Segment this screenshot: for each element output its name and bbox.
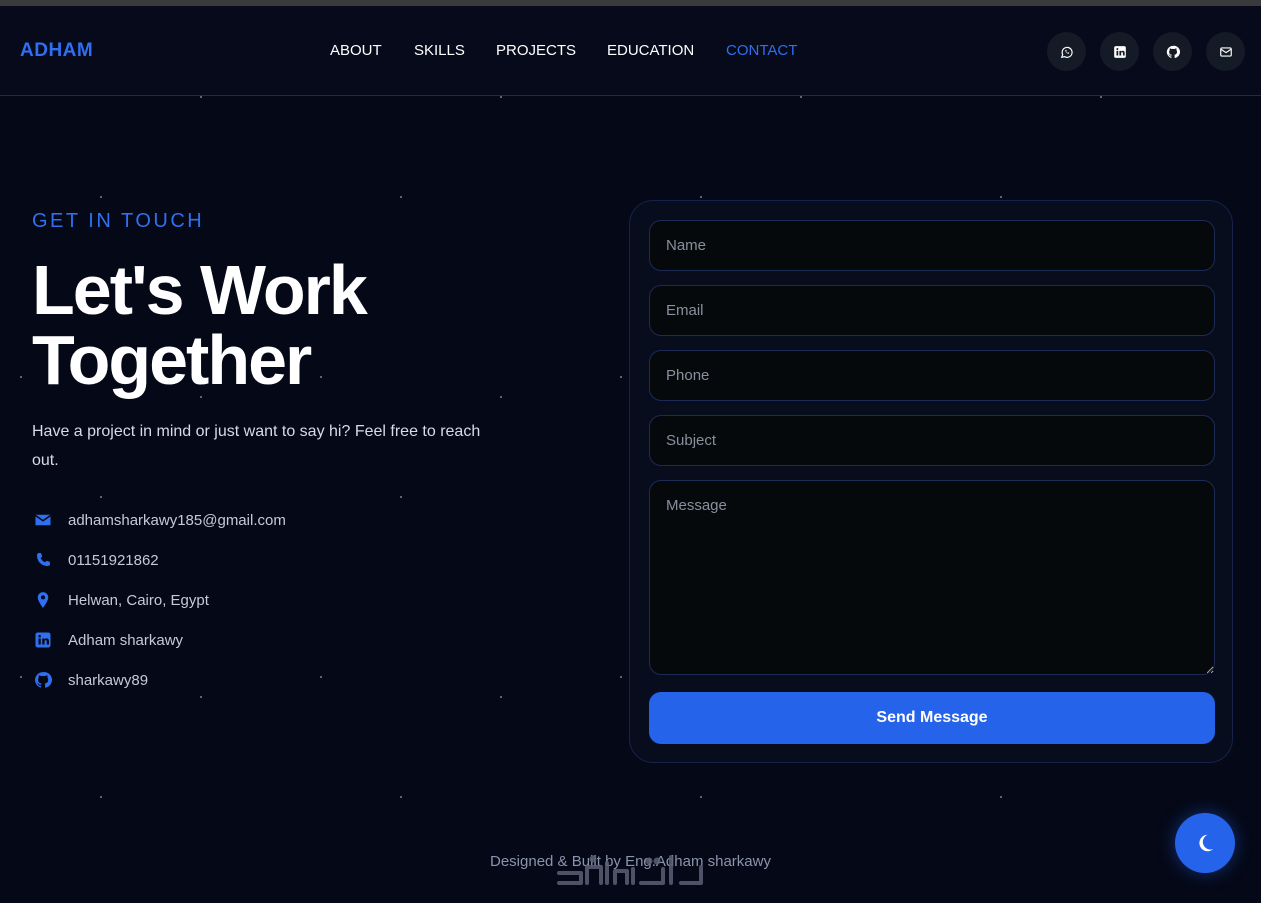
watermark-logo xyxy=(557,855,703,885)
send-message-button[interactable]: Send Message xyxy=(649,692,1215,744)
star-speck xyxy=(500,696,502,698)
contact-github-text: sharkawy89 xyxy=(68,671,149,689)
mail-button[interactable] xyxy=(1206,32,1245,71)
phone-input[interactable] xyxy=(649,350,1215,401)
star-speck xyxy=(400,496,402,498)
map-pin-icon xyxy=(32,589,54,611)
github-icon xyxy=(32,669,54,691)
name-input[interactable] xyxy=(649,220,1215,271)
email-input[interactable] xyxy=(649,285,1215,336)
contact-form: Send Message xyxy=(629,200,1233,763)
logo[interactable]: ADHAM xyxy=(20,40,93,62)
contact-phone-text: 01151921862 xyxy=(68,551,159,569)
star-speck xyxy=(1000,796,1002,798)
star-speck xyxy=(200,696,202,698)
message-textarea[interactable] xyxy=(649,480,1215,675)
star-speck xyxy=(100,496,102,498)
nav-link-projects[interactable]: PROJECTS xyxy=(496,42,576,59)
contact-linkedin[interactable]: Adham sharkawy xyxy=(32,629,183,651)
navbar: ADHAM ABOUT SKILLS PROJECTS EDUCATION CO… xyxy=(0,6,1261,96)
star-speck xyxy=(700,196,702,198)
linkedin-icon xyxy=(32,629,54,651)
star-speck xyxy=(500,96,502,98)
subject-input[interactable] xyxy=(649,415,1215,466)
star-speck xyxy=(320,676,322,678)
nav-link-education[interactable]: EDUCATION xyxy=(607,42,694,59)
star-speck xyxy=(620,376,622,378)
contact-phone[interactable]: 01151921862 xyxy=(32,549,159,571)
title-line-2: Together xyxy=(32,321,312,399)
contact-github[interactable]: sharkawy89 xyxy=(32,669,148,691)
theme-toggle-button[interactable] xyxy=(1175,813,1235,873)
mail-icon xyxy=(1219,46,1232,57)
star-speck xyxy=(20,676,22,678)
star-speck xyxy=(800,96,802,98)
star-speck xyxy=(500,396,502,398)
whatsapp-icon xyxy=(1060,46,1073,58)
star-speck xyxy=(620,676,622,678)
star-speck xyxy=(1000,196,1002,198)
star-speck xyxy=(700,796,702,798)
star-speck xyxy=(100,196,102,198)
contact-linkedin-text: Adham sharkawy xyxy=(68,631,184,649)
page-title: Let's Work Together xyxy=(32,255,552,395)
section-eyebrow: GET IN TOUCH xyxy=(32,210,205,232)
star-speck xyxy=(100,796,102,798)
title-line-1: Let's Work xyxy=(32,251,368,329)
github-button[interactable] xyxy=(1153,32,1192,71)
star-speck xyxy=(20,376,22,378)
contact-location: Helwan, Cairo, Egypt xyxy=(32,589,209,611)
contact-email-text: adhamsharkawy185@gmail.com xyxy=(68,511,286,529)
star-speck xyxy=(400,196,402,198)
nav-link-contact[interactable]: CONTACT xyxy=(726,42,797,59)
nav-link-about[interactable]: ABOUT xyxy=(330,42,382,59)
linkedin-icon xyxy=(1113,45,1126,58)
star-speck xyxy=(400,796,402,798)
star-speck xyxy=(1100,96,1102,98)
nav-link-skills[interactable]: SKILLS xyxy=(414,42,465,59)
intro-text: Have a project in mind or just want to s… xyxy=(32,423,481,469)
github-icon xyxy=(1166,45,1180,58)
moon-icon xyxy=(1199,834,1214,852)
star-speck xyxy=(200,96,202,98)
envelope-icon xyxy=(32,509,54,531)
phone-icon xyxy=(32,549,54,571)
contact-location-text: Helwan, Cairo, Egypt xyxy=(68,591,209,609)
whatsapp-button[interactable] xyxy=(1047,32,1086,71)
linkedin-button[interactable] xyxy=(1100,32,1139,71)
contact-email[interactable]: adhamsharkawy185@gmail.com xyxy=(32,509,286,531)
